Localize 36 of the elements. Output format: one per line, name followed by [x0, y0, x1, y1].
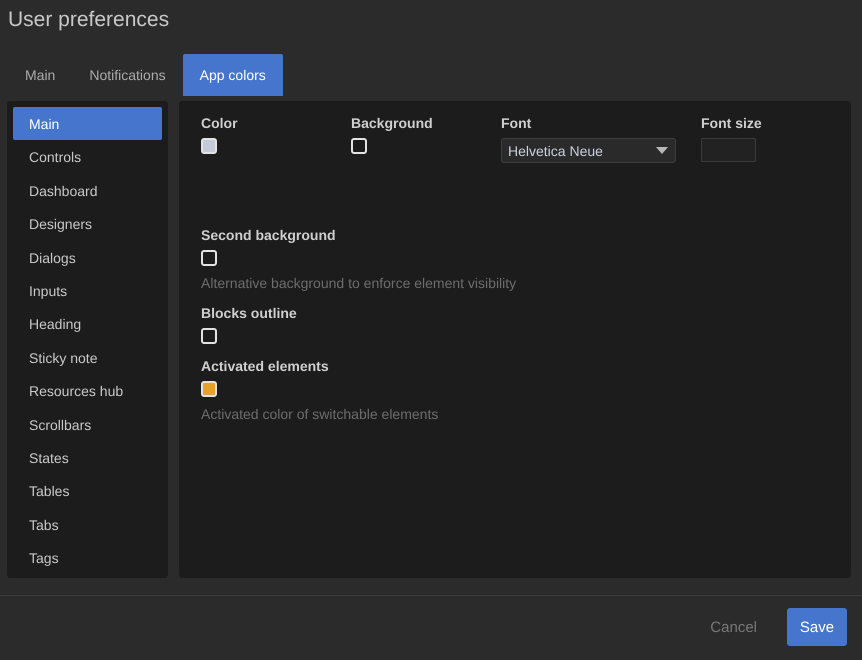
- sidebar-item[interactable]: Main: [13, 107, 162, 140]
- sidebar-item[interactable]: Tags: [13, 541, 162, 574]
- sidebar-item[interactable]: Dialogs: [13, 240, 162, 274]
- hint-text: Activated color of switchable elements: [201, 406, 440, 422]
- field-label: Second background: [201, 227, 337, 244]
- field-label: Blocks outline: [201, 305, 298, 322]
- sidebar-item[interactable]: Tabs: [13, 508, 162, 542]
- font-size-field[interactable]: [701, 138, 756, 162]
- sidebar-item[interactable]: Heading: [13, 307, 162, 341]
- color-swatch[interactable]: [201, 250, 217, 266]
- caret-icon: [656, 147, 668, 154]
- hint-text: Alternative background to enforce element visibility: [201, 275, 518, 291]
- tab[interactable]: Notifications: [72, 54, 183, 96]
- sidebar-item[interactable]: Resources hub: [13, 374, 162, 408]
- field-label: Activated elements: [201, 358, 330, 375]
- sidebar-item[interactable]: Designers: [13, 207, 162, 241]
- sidebar-item[interactable]: Controls: [13, 140, 162, 174]
- sidebar-item[interactable]: States: [13, 440, 162, 474]
- field-label: Font: [501, 115, 532, 132]
- color-swatch[interactable]: [201, 381, 217, 397]
- font-dropdown[interactable]: Helvetica Neue: [501, 138, 676, 163]
- sidebar-item[interactable]: Sticky note: [13, 340, 162, 374]
- field-label: Color: [201, 115, 239, 132]
- save-button[interactable]: Save: [787, 608, 847, 646]
- tab[interactable]: Main: [8, 54, 72, 96]
- color-swatch[interactable]: [201, 138, 217, 154]
- color-swatch[interactable]: [351, 138, 367, 154]
- sidebar-item[interactable]: Tables: [13, 474, 162, 508]
- window-title: User preferences: [7, 7, 170, 33]
- tab[interactable]: App colors: [182, 54, 283, 96]
- color-swatch[interactable]: [201, 328, 217, 344]
- sidebar-item[interactable]: Dashboard: [13, 174, 162, 208]
- field-label: Background: [351, 115, 434, 132]
- sidebar-item[interactable]: Inputs: [13, 274, 162, 308]
- field-label: Font size: [701, 115, 763, 132]
- sidebar-item[interactable]: Scrollbars: [13, 408, 162, 441]
